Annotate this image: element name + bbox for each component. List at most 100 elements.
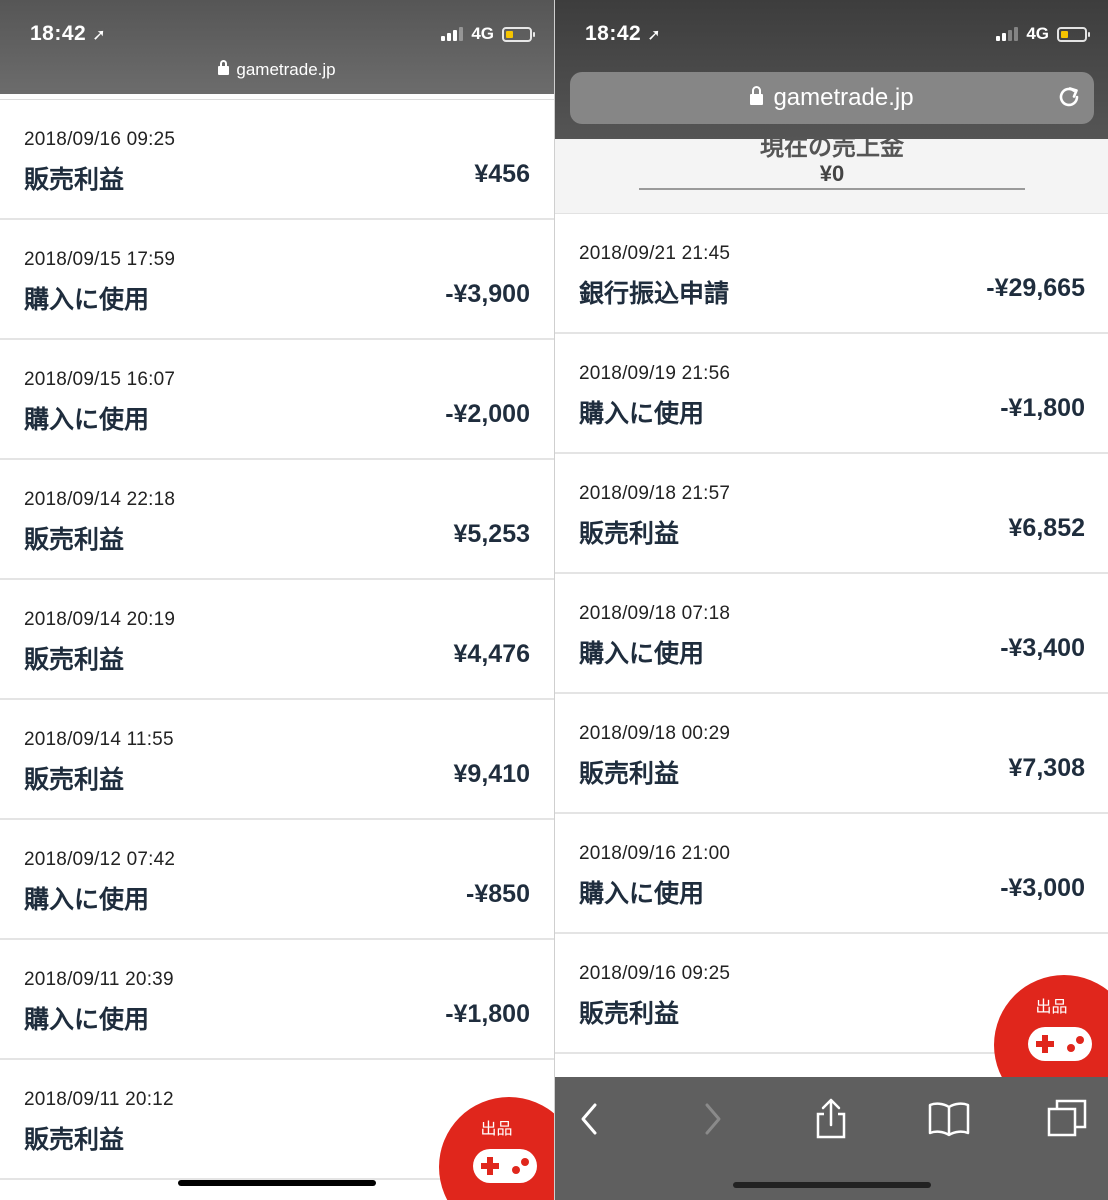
transaction-list: 2018/09/21 21:45 銀行振込申請 -¥29,665 2018/09/19…	[555, 214, 1108, 1054]
balance-value: ¥0	[819, 161, 845, 186]
reload-icon[interactable]	[1056, 84, 1082, 110]
share-icon[interactable]	[809, 1097, 853, 1141]
gamepad-icon	[1028, 1027, 1092, 1061]
current-balance-panel: 現在の売上金 ¥0	[555, 139, 1108, 214]
screenshot: 18:42 ➚ 4G gametrade.jp 2018/09/16 09:25 販…	[0, 0, 1108, 1200]
address-bar[interactable]: gametrade.jp	[570, 72, 1094, 124]
right-phone-screen: 18:42 ➚ 4G gametrade.jp 現在の売上金 ¥0 2018/09…	[554, 0, 1108, 1200]
transaction-datetime: 2018/09/18 00:29	[579, 723, 731, 744]
home-indicator[interactable]	[178, 1180, 376, 1186]
transaction-amount: ¥4,476	[453, 640, 530, 668]
transaction-row[interactable]: 2018/09/15 16:07 購入に使用 -¥2,000	[0, 340, 554, 460]
fab-label: 出品	[480, 1121, 513, 1138]
url-text: gametrade.jp	[236, 60, 336, 79]
transaction-row[interactable]: 2018/09/18 07:18 購入に使用 -¥3,400	[555, 574, 1108, 694]
status-bar: 18:42 ➚ 4G	[555, 0, 1108, 56]
lock-icon	[218, 60, 230, 75]
transaction-datetime: 2018/09/14 22:18	[24, 489, 176, 510]
address-bar-compact[interactable]: gametrade.jp	[0, 60, 554, 80]
transaction-amount: ¥456	[474, 160, 530, 188]
transaction-amount: -¥1,800	[1000, 394, 1085, 422]
transaction-type: 購入に使用	[24, 886, 150, 914]
tabs-icon[interactable]	[1045, 1097, 1089, 1141]
lock-icon	[750, 86, 764, 105]
transaction-type: 購入に使用	[579, 880, 705, 908]
browser-header-compact: 18:42 ➚ 4G gametrade.jp	[0, 0, 554, 94]
transaction-type: 購入に使用	[579, 640, 705, 668]
transaction-type: 銀行振込申請	[579, 280, 730, 308]
signal-strength-icon	[996, 27, 1019, 41]
transaction-datetime: 2018/09/18 21:57	[579, 483, 731, 504]
transaction-amount: -¥1,800	[445, 1000, 530, 1028]
status-time: 18:42 ➚	[30, 22, 107, 45]
status-indicators: 4G	[441, 24, 535, 44]
transaction-row[interactable]: 2018/09/12 07:42 購入に使用 -¥850	[0, 820, 554, 940]
transaction-datetime: 2018/09/15 16:07	[24, 369, 176, 390]
forward-chevron-icon[interactable]	[689, 1097, 733, 1141]
transaction-amount: -¥3,000	[1000, 874, 1085, 902]
transaction-row[interactable]: 2018/09/16 09:25 販売利益 ¥456	[0, 100, 554, 220]
transaction-row[interactable]: 2018/09/18 21:57 販売利益 ¥6,852	[555, 454, 1108, 574]
transaction-row[interactable]: 2018/09/14 11:55 販売利益 ¥9,410	[0, 700, 554, 820]
left-phone-screen: 18:42 ➚ 4G gametrade.jp 2018/09/16 09:25 販…	[0, 0, 554, 1200]
battery-icon	[502, 26, 535, 42]
transaction-row[interactable]: 2018/09/11 20:39 購入に使用 -¥1,800	[0, 940, 554, 1060]
transaction-datetime: 2018/09/16 09:25	[24, 129, 176, 150]
transaction-row[interactable]: 2018/09/19 21:56 購入に使用 -¥1,800	[555, 334, 1108, 454]
transaction-datetime: 2018/09/21 21:45	[579, 243, 731, 264]
network-type: 4G	[1026, 24, 1049, 43]
transaction-datetime: 2018/09/19 21:56	[579, 363, 731, 384]
transaction-type: 販売利益	[24, 646, 125, 674]
network-type: 4G	[471, 24, 494, 43]
transaction-type: 購入に使用	[24, 1006, 150, 1034]
transaction-datetime: 2018/09/14 11:55	[24, 729, 174, 750]
balance-underline	[639, 188, 1025, 190]
transaction-row[interactable]: 2018/09/15 17:59 購入に使用 -¥3,900	[0, 220, 554, 340]
transaction-type: 販売利益	[24, 1126, 125, 1154]
transaction-row[interactable]: 2018/09/21 21:45 銀行振込申請 -¥29,665	[555, 214, 1108, 334]
gamepad-icon	[473, 1149, 537, 1183]
status-bar: 18:42 ➚ 4G	[0, 0, 554, 56]
transaction-datetime: 2018/09/11 20:12	[24, 1089, 174, 1110]
url-text: gametrade.jp	[773, 84, 914, 111]
transaction-row[interactable]: 2018/09/16 21:00 購入に使用 -¥3,000	[555, 814, 1108, 934]
transaction-datetime: 2018/09/16 09:25	[579, 963, 731, 984]
transaction-type: 販売利益	[579, 520, 680, 548]
status-time: 18:42 ➚	[585, 22, 662, 45]
transaction-amount: -¥3,900	[445, 280, 530, 308]
location-arrow-icon: ➚	[647, 27, 662, 44]
transaction-amount: -¥850	[466, 880, 530, 908]
transaction-datetime: 2018/09/11 20:39	[24, 969, 174, 990]
transaction-amount: ¥9,410	[453, 760, 530, 788]
transaction-type: 購入に使用	[24, 406, 150, 434]
transaction-datetime: 2018/09/14 20:19	[24, 609, 176, 630]
browser-header-expanded: 18:42 ➚ 4G gametrade.jp	[555, 0, 1108, 139]
battery-icon	[1057, 26, 1090, 42]
home-indicator[interactable]	[733, 1182, 931, 1188]
balance-title: 現在の売上金	[760, 139, 904, 161]
transaction-datetime: 2018/09/18 07:18	[579, 603, 731, 624]
bookmarks-icon[interactable]	[927, 1097, 971, 1141]
transaction-row[interactable]: 2018/09/14 22:18 販売利益 ¥5,253	[0, 460, 554, 580]
fab-label: 出品	[1035, 999, 1068, 1016]
transaction-type: 販売利益	[24, 166, 125, 194]
url-display: gametrade.jp	[570, 72, 1094, 124]
transaction-type: 購入に使用	[579, 400, 705, 428]
transaction-amount: ¥5,253	[453, 520, 530, 548]
transaction-type: 販売利益	[579, 1000, 680, 1028]
back-chevron-icon[interactable]	[569, 1097, 613, 1141]
transaction-type: 販売利益	[24, 766, 125, 794]
transaction-amount: -¥3,400	[1000, 634, 1085, 662]
transaction-amount: ¥6,852	[1008, 514, 1085, 542]
transaction-datetime: 2018/09/15 17:59	[24, 249, 176, 270]
transaction-row[interactable]: 2018/09/18 00:29 販売利益 ¥7,308	[555, 694, 1108, 814]
location-arrow-icon: ➚	[92, 27, 107, 44]
transaction-row[interactable]: 2018/09/14 20:19 販売利益 ¥4,476	[0, 580, 554, 700]
transaction-datetime: 2018/09/12 07:42	[24, 849, 176, 870]
transaction-type: 販売利益	[24, 526, 125, 554]
transaction-type: 購入に使用	[24, 286, 150, 314]
transaction-amount: -¥2,000	[445, 400, 530, 428]
signal-strength-icon	[441, 27, 464, 41]
transaction-type: 販売利益	[579, 760, 680, 788]
status-indicators: 4G	[996, 24, 1090, 44]
